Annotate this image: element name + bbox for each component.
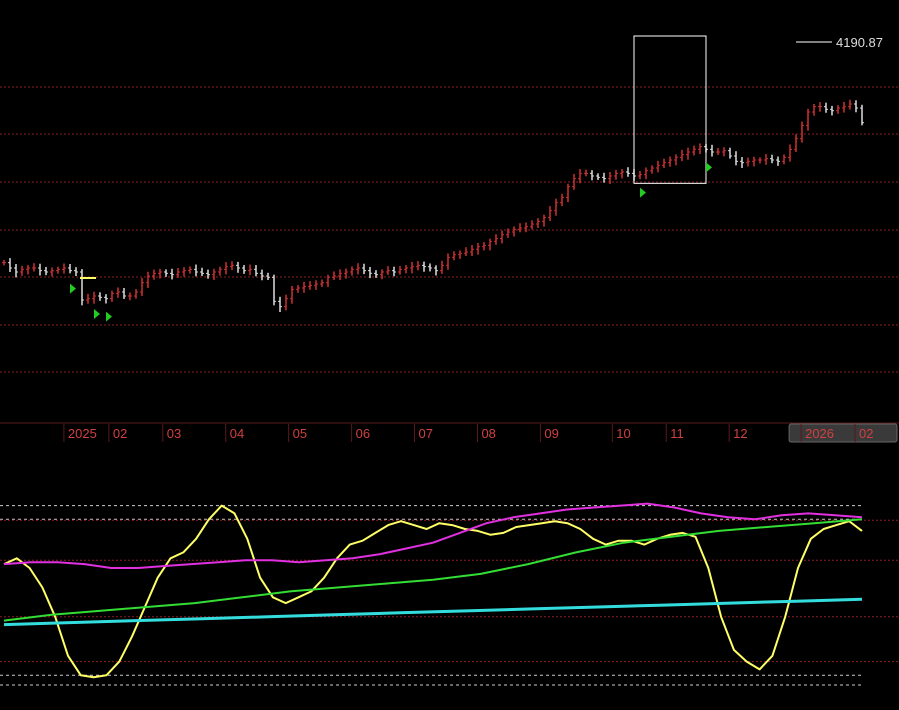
indicator-series-line [3,597,863,627]
axis-tick-label: 11 [670,426,684,441]
axis-tick-label: 02 [113,426,127,441]
indicator-series-line [3,518,863,622]
axis-tick-label: 02 [859,426,873,441]
chart-window: 4190.87 2025 02 03 04 05 06 07 08 09 10 11 12 2026 02 [0,0,899,710]
indicator-chart[interactable] [0,450,899,710]
time-axis: 2025 02 03 04 05 06 07 08 09 10 11 12 2026 02 [0,422,899,443]
axis-tick-label: 10 [616,426,630,441]
buy-signal-icon [70,283,76,294]
buy-signal-icon [94,309,100,319]
axis-tick-label: 04 [230,426,244,441]
axis-tick-label: 05 [293,426,307,441]
axis-tick-label: 03 [167,426,181,441]
last-price-label: 4190.87 [836,35,883,50]
indicator-series-line [3,504,863,679]
axis-tick-label: 2026 [805,426,834,441]
axis-tick-label: 08 [481,426,495,441]
price-chart[interactable]: 4190.87 [0,0,899,420]
buy-signal-icon [640,187,646,198]
axis-tick-label: 12 [733,426,747,441]
axis-tick-label: 2025 [68,426,97,441]
axis-tick-label: 06 [356,426,370,441]
axis-tick-label: 09 [544,426,558,441]
buy-signal-icon [106,311,112,322]
indicator-series-line [3,502,863,569]
axis-tick-label: 07 [419,426,433,441]
buy-signal-icon [706,162,712,173]
